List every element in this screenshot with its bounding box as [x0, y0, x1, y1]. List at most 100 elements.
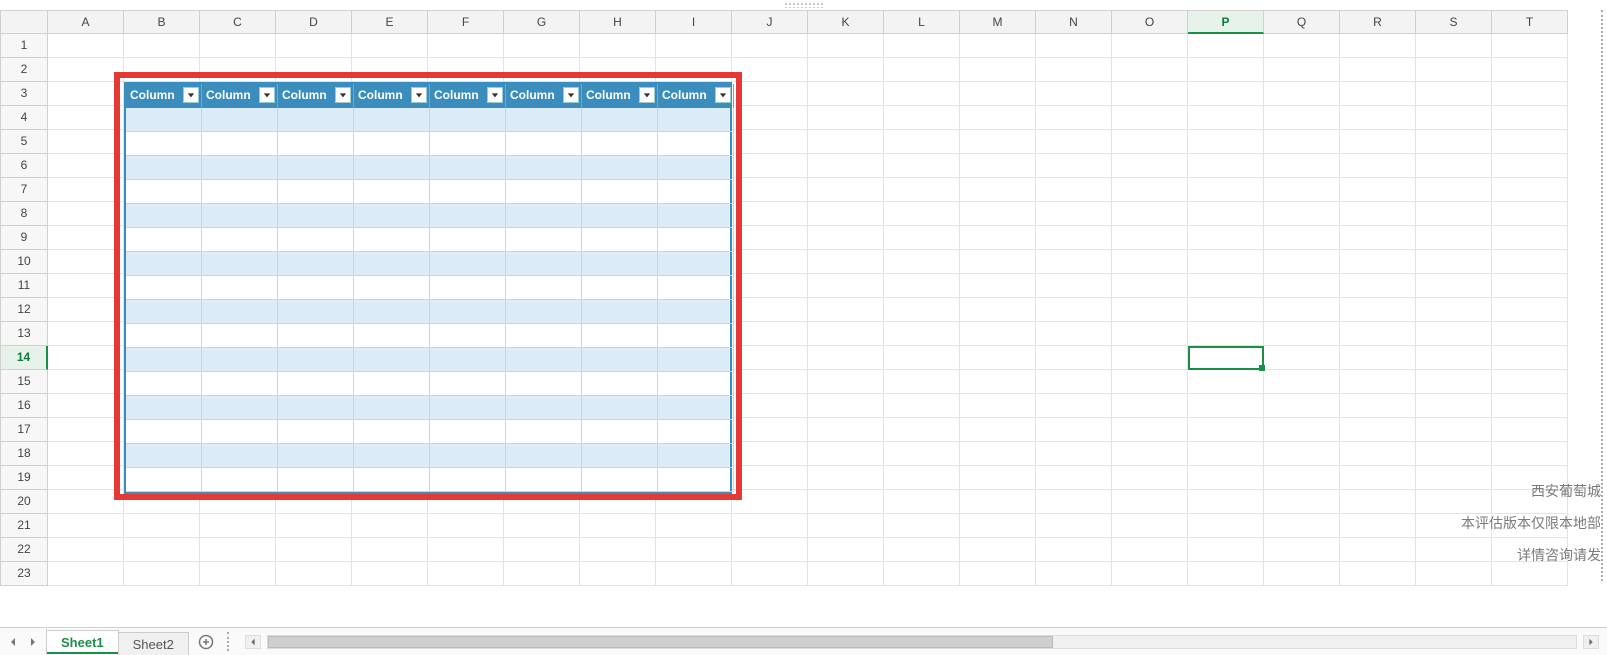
cell-J19[interactable]	[732, 466, 808, 490]
cell-M7[interactable]	[960, 178, 1036, 202]
cell-J15[interactable]	[732, 370, 808, 394]
cell-L4[interactable]	[884, 106, 960, 130]
cell-K21[interactable]	[808, 514, 884, 538]
table-cell[interactable]	[202, 420, 278, 444]
cell-T4[interactable]	[1492, 106, 1568, 130]
table-cell[interactable]	[582, 276, 658, 300]
cell-G2[interactable]	[504, 58, 580, 82]
cell-O16[interactable]	[1112, 394, 1188, 418]
cell-N4[interactable]	[1036, 106, 1112, 130]
cell-O18[interactable]	[1112, 442, 1188, 466]
cell-A22[interactable]	[48, 538, 124, 562]
table-cell[interactable]	[126, 228, 202, 252]
table-cell[interactable]	[354, 444, 430, 468]
cell-L1[interactable]	[884, 34, 960, 58]
cell-N17[interactable]	[1036, 418, 1112, 442]
cell-L13[interactable]	[884, 322, 960, 346]
table-cell[interactable]	[278, 156, 354, 180]
cell-T3[interactable]	[1492, 82, 1568, 106]
cell-P11[interactable]	[1188, 274, 1264, 298]
cell-O7[interactable]	[1112, 178, 1188, 202]
cell-L6[interactable]	[884, 154, 960, 178]
cell-N6[interactable]	[1036, 154, 1112, 178]
cell-R12[interactable]	[1340, 298, 1416, 322]
row-header-8[interactable]: 8	[0, 202, 48, 226]
cell-O9[interactable]	[1112, 226, 1188, 250]
cell-O4[interactable]	[1112, 106, 1188, 130]
cell-A1[interactable]	[48, 34, 124, 58]
cell-D1[interactable]	[276, 34, 352, 58]
cell-E1[interactable]	[352, 34, 428, 58]
cell-P18[interactable]	[1188, 442, 1264, 466]
cell-A17[interactable]	[48, 418, 124, 442]
cell-R16[interactable]	[1340, 394, 1416, 418]
cell-A19[interactable]	[48, 466, 124, 490]
table-cell[interactable]	[658, 132, 734, 156]
cell-T22[interactable]	[1492, 538, 1568, 562]
cell-J13[interactable]	[732, 322, 808, 346]
cell-K3[interactable]	[808, 82, 884, 106]
cell-P1[interactable]	[1188, 34, 1264, 58]
cell-J11[interactable]	[732, 274, 808, 298]
table-cell[interactable]	[354, 180, 430, 204]
cell-Q19[interactable]	[1264, 466, 1340, 490]
cell-H22[interactable]	[580, 538, 656, 562]
cell-P21[interactable]	[1188, 514, 1264, 538]
table-header-cell[interactable]: Column	[202, 84, 278, 108]
row-header-14[interactable]: 14	[0, 346, 48, 370]
cell-O14[interactable]	[1112, 346, 1188, 370]
cell-D2[interactable]	[276, 58, 352, 82]
table-cell[interactable]	[354, 228, 430, 252]
table-cell[interactable]	[506, 420, 582, 444]
row-header-22[interactable]: 22	[0, 538, 48, 562]
cell-R10[interactable]	[1340, 250, 1416, 274]
table-cell[interactable]	[658, 396, 734, 420]
cell-A23[interactable]	[48, 562, 124, 586]
cell-L5[interactable]	[884, 130, 960, 154]
table-cell[interactable]	[278, 108, 354, 132]
table-cell[interactable]	[278, 204, 354, 228]
table-cell[interactable]	[202, 468, 278, 492]
cell-G21[interactable]	[504, 514, 580, 538]
table-cell[interactable]	[658, 108, 734, 132]
cell-R13[interactable]	[1340, 322, 1416, 346]
cell-O19[interactable]	[1112, 466, 1188, 490]
cell-A2[interactable]	[48, 58, 124, 82]
cell-N2[interactable]	[1036, 58, 1112, 82]
column-header-F[interactable]: F	[428, 10, 504, 34]
table-cell[interactable]	[658, 420, 734, 444]
cell-Q5[interactable]	[1264, 130, 1340, 154]
table-cell[interactable]	[354, 132, 430, 156]
cell-C23[interactable]	[200, 562, 276, 586]
scroll-track[interactable]	[267, 635, 1577, 649]
column-header-M[interactable]: M	[960, 10, 1036, 34]
table-cell[interactable]	[354, 156, 430, 180]
cell-M13[interactable]	[960, 322, 1036, 346]
table-cell[interactable]	[354, 252, 430, 276]
cell-L10[interactable]	[884, 250, 960, 274]
cell-A21[interactable]	[48, 514, 124, 538]
cell-P2[interactable]	[1188, 58, 1264, 82]
cell-K2[interactable]	[808, 58, 884, 82]
table-cell[interactable]	[506, 396, 582, 420]
table-cell[interactable]	[430, 420, 506, 444]
table-cell[interactable]	[430, 276, 506, 300]
cell-Q16[interactable]	[1264, 394, 1340, 418]
cell-L17[interactable]	[884, 418, 960, 442]
row-header-21[interactable]: 21	[0, 514, 48, 538]
cell-Q10[interactable]	[1264, 250, 1340, 274]
cell-N20[interactable]	[1036, 490, 1112, 514]
cell-A6[interactable]	[48, 154, 124, 178]
cell-P13[interactable]	[1188, 322, 1264, 346]
cell-N22[interactable]	[1036, 538, 1112, 562]
cell-M14[interactable]	[960, 346, 1036, 370]
cell-Q23[interactable]	[1264, 562, 1340, 586]
table-cell[interactable]	[278, 348, 354, 372]
row-header-18[interactable]: 18	[0, 442, 48, 466]
table-cell[interactable]	[430, 228, 506, 252]
cell-K10[interactable]	[808, 250, 884, 274]
table-cell[interactable]	[582, 108, 658, 132]
cell-N1[interactable]	[1036, 34, 1112, 58]
column-header-B[interactable]: B	[124, 10, 200, 34]
cell-M21[interactable]	[960, 514, 1036, 538]
